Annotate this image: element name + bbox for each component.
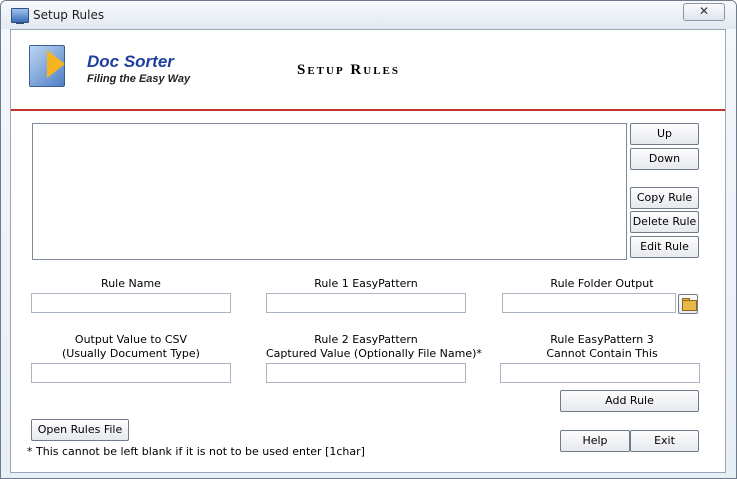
title-bar[interactable]: Setup Rules ✕ [1, 1, 736, 29]
rule1-pattern-input[interactable] [266, 293, 466, 313]
arrow-icon [47, 50, 65, 78]
exit-button[interactable]: Exit [630, 430, 699, 452]
rule2-pattern-label-2: Captured Value (Optionally File Name)* [266, 347, 482, 360]
rule2-pattern-input[interactable] [266, 363, 466, 383]
folder-output-input[interactable] [502, 293, 676, 313]
delete-rule-button[interactable]: Delete Rule [630, 211, 699, 233]
rule2-pattern-label-1: Rule 2 EasyPattern [314, 333, 418, 346]
footnote: * This cannot be left blank if it is not… [27, 445, 365, 458]
rule3-pattern-input[interactable] [500, 363, 700, 383]
output-csv-input[interactable] [31, 363, 231, 383]
rule-name-input[interactable] [31, 293, 231, 313]
edit-rule-button[interactable]: Edit Rule [630, 236, 699, 258]
folder-output-label: Rule Folder Output [550, 277, 654, 290]
rules-listbox[interactable] [32, 123, 627, 260]
rule-name-label: Rule Name [101, 277, 161, 290]
rule1-pattern-label: Rule 1 EasyPattern [314, 277, 418, 290]
rule3-pattern-label-2: Cannot Contain This [546, 347, 658, 360]
output-csv-label-1: Output Value to CSV [74, 333, 188, 346]
page-title: Setup Rules [297, 62, 400, 78]
logo-name: Doc Sorter [87, 52, 174, 71]
copy-rule-button[interactable]: Copy Rule [630, 187, 699, 209]
help-button[interactable]: Help [560, 430, 630, 452]
folder-icon [682, 300, 697, 311]
close-button[interactable]: ✕ [683, 3, 725, 21]
output-csv-label-2: (Usually Document Type) [62, 347, 200, 360]
window-title: Setup Rules [33, 8, 105, 22]
open-rules-file-button[interactable]: Open Rules File [31, 419, 129, 441]
logo-tagline: Filing the Easy Way [87, 73, 191, 85]
down-button[interactable]: Down [630, 148, 699, 170]
doc-sorter-logo: Doc Sorter Filing the Easy Way [21, 40, 191, 98]
setup-rules-window: Setup Rules ✕ Doc Sorter Filing the Easy… [0, 0, 737, 479]
browse-folder-button[interactable] [678, 294, 698, 314]
rule3-pattern-label-1: Rule EasyPattern 3 [550, 333, 654, 346]
add-rule-button[interactable]: Add Rule [560, 390, 699, 412]
dialog-client-area: Doc Sorter Filing the Easy Way Setup Rul… [10, 29, 726, 473]
monitor-icon [11, 8, 29, 24]
header-divider [11, 109, 725, 111]
up-button[interactable]: Up [630, 123, 699, 145]
